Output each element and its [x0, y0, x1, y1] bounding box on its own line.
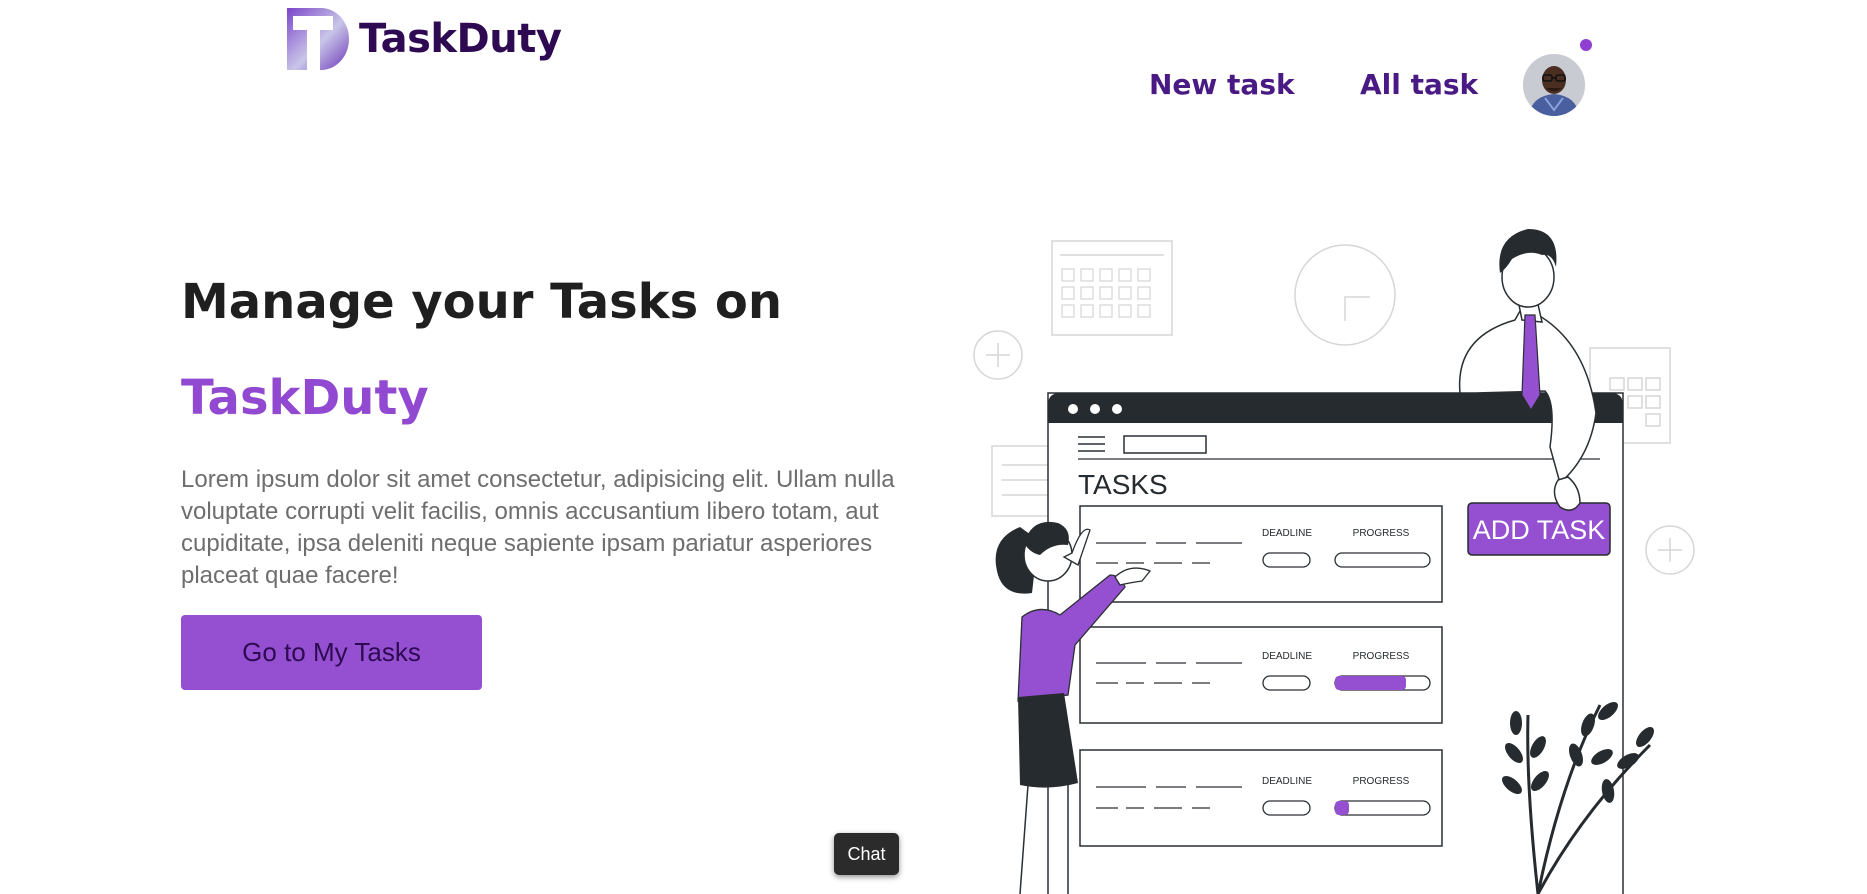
- add-task-label: ADD TASK: [1473, 515, 1606, 545]
- svg-text:PROGRESS: PROGRESS: [1353, 776, 1410, 787]
- calendar-icon: [1051, 240, 1173, 336]
- svg-text:DEADLINE: DEADLINE: [1262, 528, 1312, 539]
- svg-text:DEADLINE: DEADLINE: [1262, 651, 1312, 662]
- task-card: DEADLINE PROGRESS: [1079, 749, 1443, 847]
- hero-title: Manage your Tasks on: [181, 274, 783, 330]
- svg-text:PROGRESS: PROGRESS: [1353, 651, 1410, 662]
- clock-icon: [1294, 244, 1396, 346]
- hero-brand: TaskDuty: [181, 370, 429, 426]
- svg-text:PROGRESS: PROGRESS: [1353, 528, 1410, 539]
- plus-circle-icon: [1645, 525, 1695, 575]
- task-card: DEADLINE PROGRESS: [1079, 505, 1443, 603]
- hero-description: Lorem ipsum dolor sit amet consectetur, …: [181, 466, 895, 589]
- nav-all-task[interactable]: All task: [1360, 68, 1478, 101]
- avatar[interactable]: [1523, 54, 1585, 116]
- plus-circle-icon: [973, 330, 1023, 380]
- nav-new-task[interactable]: New task: [1149, 68, 1295, 101]
- user-avatar-icon: [1523, 54, 1585, 116]
- logo-text: TaskDuty: [359, 16, 562, 62]
- go-to-my-tasks-button[interactable]: Go to My Tasks: [181, 615, 482, 690]
- tasks-heading: TASKS: [1078, 469, 1168, 500]
- logo-mark-icon: [287, 8, 349, 70]
- svg-text:DEADLINE: DEADLINE: [1262, 776, 1312, 787]
- hero-illustration: TASKS ADD TASK DEADLINE PROGRESS DEADLIN…: [973, 229, 1695, 894]
- logo[interactable]: TaskDuty: [287, 8, 562, 70]
- chat-button[interactable]: Chat: [834, 833, 899, 875]
- task-card: DEADLINE PROGRESS: [1079, 626, 1443, 724]
- notification-dot: [1580, 39, 1592, 51]
